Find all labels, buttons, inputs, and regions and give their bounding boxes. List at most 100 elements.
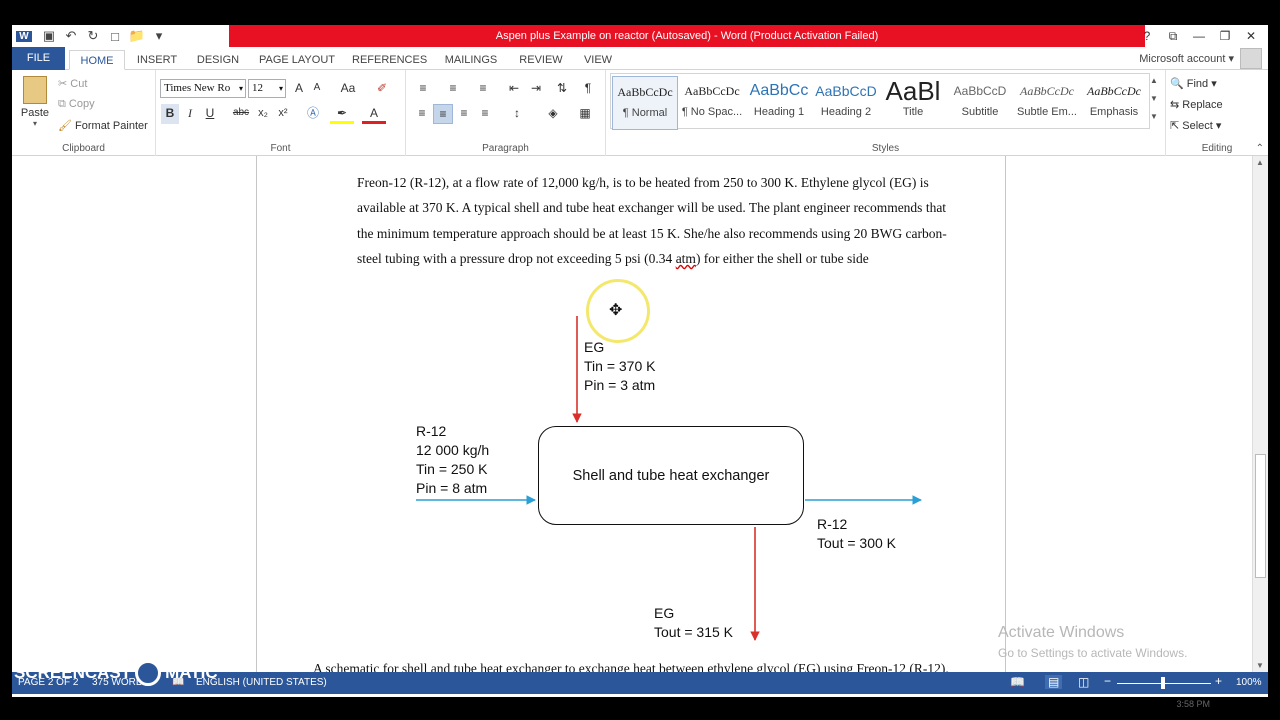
font-color-button[interactable]: A [362, 104, 386, 124]
collapse-ribbon-icon[interactable]: ⌃ [1256, 143, 1264, 154]
decrease-indent-icon[interactable]: ⇤ [504, 79, 524, 99]
font-size-select[interactable]: 12 ▾ [248, 79, 286, 98]
styles-scroll-down-icon[interactable]: ▼ [1150, 94, 1158, 103]
ribbon-tabs: FILE HOME INSERT DESIGN PAGE LAYOUT REFE… [12, 47, 1268, 70]
tab-mailings[interactable]: MAILINGS [440, 50, 502, 70]
clipboard-group: Paste ▾ ✂ Cut ⧉ Copy 🖌 Format Painter Cl… [12, 70, 156, 156]
italic-button[interactable]: I [181, 104, 199, 124]
minimize-button[interactable]: — [1186, 29, 1212, 43]
help-button[interactable]: ? [1134, 29, 1160, 43]
diagram-arrows [416, 316, 922, 641]
subscript-button[interactable]: x₂ [254, 104, 272, 124]
scroll-down-icon[interactable]: ▼ [1256, 661, 1264, 670]
highlight-icon[interactable]: ✒ [330, 104, 354, 124]
sort-icon[interactable]: ⇅ [552, 79, 572, 99]
vertical-scrollbar[interactable]: ▲ ▼ [1252, 156, 1268, 672]
r12-inlet-flow: 12 000 kg/h [416, 442, 490, 458]
styles-scroll-up-icon[interactable]: ▲ [1150, 76, 1158, 85]
style-heading-2[interactable]: AaBbCcD Heading 2 [813, 76, 879, 130]
replace-button[interactable]: ⇆ Replace [1170, 98, 1223, 111]
grow-font-button[interactable]: A [290, 79, 308, 99]
scroll-up-icon[interactable]: ▲ [1256, 158, 1264, 167]
cut-button[interactable]: ✂ Cut [58, 77, 87, 90]
document-page[interactable]: Freon-12 (R-12), at a flow rate of 12,00… [256, 156, 1006, 676]
show-formatting-button[interactable]: ¶ [578, 79, 598, 99]
scroll-thumb[interactable] [1255, 454, 1266, 578]
paste-button[interactable]: Paste ▾ [18, 74, 52, 130]
undo-icon[interactable]: ↶ [60, 28, 82, 44]
editing-group: 🔍 Find ▾ ⇆ Replace ⇱ Select ▾ Editing ⌃ [1166, 70, 1268, 156]
tab-file[interactable]: FILE [12, 47, 65, 70]
tab-design[interactable]: DESIGN [194, 50, 242, 70]
eg-inlet-label: EG Tin = 370 K Pin = 3 atm [584, 338, 655, 395]
r12-outlet-label: R-12 Tout = 300 K [817, 515, 896, 553]
save-icon[interactable]: ▣ [38, 28, 60, 44]
print-layout-icon[interactable]: ▤ [1045, 675, 1063, 689]
style-title[interactable]: AaBl Title [880, 76, 946, 130]
styles-more-icon[interactable]: ▼ [1150, 112, 1158, 121]
shrink-font-button[interactable]: A [308, 79, 326, 99]
tab-review[interactable]: REVIEW [517, 50, 565, 70]
style-subtle-emphasis-preview: AaBbCcDc [1020, 84, 1074, 98]
justify-icon[interactable]: ≡ [475, 104, 495, 124]
zoom-out-button[interactable]: − [1104, 674, 1111, 688]
restore-button[interactable]: ❐ [1212, 29, 1238, 43]
font-family-select[interactable]: Times New Ro ▾ [160, 79, 246, 98]
bullets-icon[interactable]: ≡ [410, 79, 436, 99]
new-document-icon[interactable]: □ [104, 29, 126, 44]
eg-inlet-temperature: Tin = 370 K [584, 358, 656, 374]
align-left-icon[interactable]: ≡ [412, 104, 432, 124]
tab-insert[interactable]: INSERT [134, 50, 180, 70]
tab-references[interactable]: REFERENCES [352, 50, 427, 70]
style-no-spacing[interactable]: AaBbCcDc ¶ No Spac... [679, 76, 745, 130]
avatar[interactable] [1240, 48, 1262, 69]
taskbar: 3:58 PM [0, 697, 1280, 720]
find-button[interactable]: 🔍 Find ▾ [1170, 77, 1217, 90]
text-effects-icon[interactable]: Ⓐ [302, 104, 324, 124]
superscript-button[interactable]: x² [274, 104, 292, 124]
ribbon-display-button[interactable]: ⧉ [1160, 29, 1186, 44]
window-title: Aspen plus Example on reactor (Autosaved… [229, 25, 1145, 47]
replace-label: Replace [1182, 99, 1223, 111]
read-mode-icon[interactable]: 📖 [1010, 675, 1025, 689]
numbering-icon[interactable]: ≡ [440, 79, 466, 99]
line-spacing-icon[interactable]: ↕ [504, 104, 530, 124]
clear-formatting-icon[interactable]: ✐ [372, 79, 392, 99]
align-right-icon[interactable]: ≡ [454, 104, 474, 124]
strikethrough-button[interactable]: abc [230, 104, 252, 124]
tab-home[interactable]: HOME [69, 50, 125, 70]
bold-button[interactable]: B [161, 104, 179, 124]
underline-button[interactable]: U [201, 104, 219, 124]
tab-view[interactable]: VIEW [580, 50, 616, 70]
document-area[interactable]: Freon-12 (R-12), at a flow rate of 12,00… [12, 156, 1252, 676]
copy-button[interactable]: ⧉ Copy [58, 98, 95, 111]
watermark-recorded: RECORDED WITH [14, 645, 96, 656]
increase-indent-icon[interactable]: ⇥ [526, 79, 546, 99]
heat-exchanger-box: Shell and tube heat exchanger [538, 426, 804, 525]
redo-icon[interactable]: ↻ [82, 28, 104, 44]
close-button[interactable]: ✕ [1238, 29, 1264, 43]
format-painter-button[interactable]: 🖌 Format Painter [58, 119, 148, 132]
zoom-in-button[interactable]: + [1215, 674, 1222, 688]
select-label: Select [1182, 120, 1213, 132]
customize-qat-icon[interactable]: ▾ [148, 28, 170, 44]
zoom-slider-knob[interactable] [1161, 677, 1165, 689]
borders-icon[interactable]: ▦ [572, 104, 598, 124]
change-case-button[interactable]: Aa [334, 79, 362, 99]
select-button[interactable]: ⇱ Select ▾ [1170, 119, 1221, 132]
style-normal[interactable]: AaBbCcDc ¶ Normal [612, 76, 678, 130]
style-subtle-emphasis[interactable]: AaBbCcDc Subtle Em... [1014, 76, 1080, 130]
style-heading-1[interactable]: AaBbCc Heading 1 [746, 76, 812, 130]
align-center-icon[interactable]: ≡ [433, 104, 453, 124]
title-bar: W ▣ ↶ ↻ □ 📁 ▾ Aspen plus Example on reac… [12, 25, 1268, 47]
style-subtitle[interactable]: AaBbCcD Subtitle [947, 76, 1013, 130]
style-emphasis-preview: AaBbCcDc [1087, 84, 1141, 98]
account-menu[interactable]: Microsoft account ▾ [1139, 52, 1234, 65]
zoom-level[interactable]: 100% [1236, 677, 1262, 688]
web-layout-icon[interactable]: ◫ [1078, 675, 1089, 689]
tab-page-layout[interactable]: PAGE LAYOUT [255, 50, 339, 70]
multilevel-list-icon[interactable]: ≡ [470, 79, 496, 99]
shading-icon[interactable]: ◈ [540, 104, 566, 124]
style-emphasis[interactable]: AaBbCcDc Emphasis [1081, 76, 1147, 130]
open-folder-icon[interactable]: 📁 [126, 28, 148, 44]
